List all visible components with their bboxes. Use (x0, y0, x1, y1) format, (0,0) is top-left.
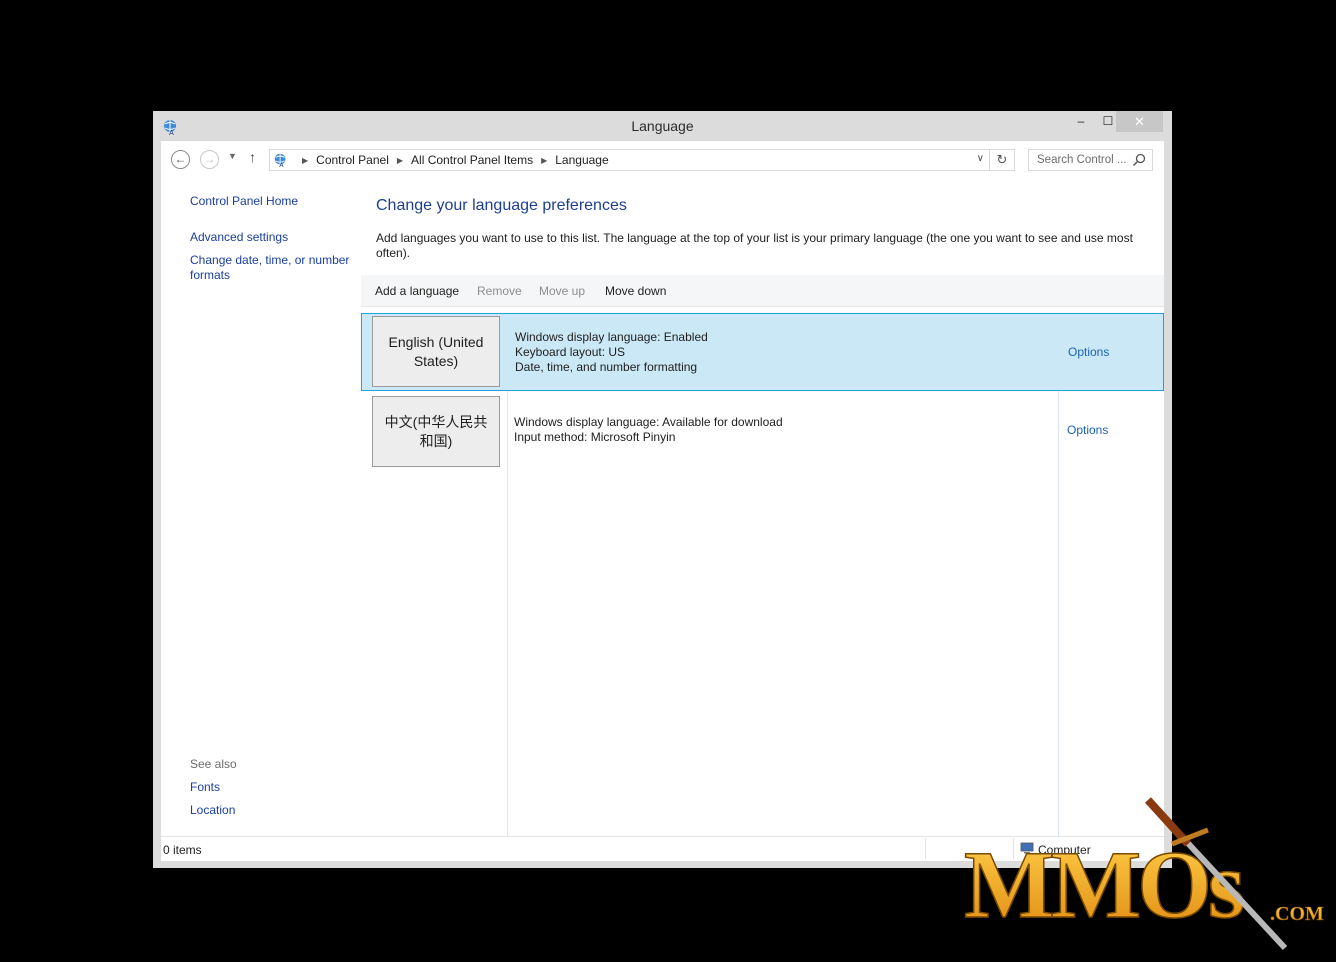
language-detail-line: Windows display language: Available for … (514, 415, 783, 429)
change-date-formats-link[interactable]: Change date, time, or number formats (190, 253, 360, 283)
search-placeholder: Search Control ... (1037, 154, 1127, 166)
add-language-button[interactable]: Add a language (375, 284, 459, 298)
language-row-english[interactable]: English (United States) Windows display … (361, 313, 1164, 391)
svg-text:A: A (279, 162, 284, 168)
back-button[interactable]: ← (171, 150, 190, 169)
control-panel-home-link[interactable]: Control Panel Home (190, 194, 298, 208)
navigation-bar: ← → ▼ ↑ A ▶ Control Panel ▶ All Control Pan… (161, 141, 1164, 179)
breadcrumb-separator[interactable]: ▶ (541, 156, 547, 165)
language-details: Windows display language: Enabled Keyboa… (515, 330, 708, 375)
location-link[interactable]: Location (190, 803, 235, 817)
window-title: Language (631, 118, 694, 134)
forward-button[interactable]: → (200, 150, 219, 169)
page-title: Change your language preferences (376, 197, 627, 214)
up-button[interactable]: ↑ (249, 149, 256, 165)
move-down-button[interactable]: Move down (605, 284, 666, 298)
breadcrumb-language[interactable]: Language (555, 153, 608, 167)
status-divider (925, 838, 926, 859)
close-button[interactable]: ✕ (1116, 111, 1163, 132)
language-detail-line: Date, time, and number formatting (515, 360, 698, 374)
language-detail-line: Input method: Microsoft Pinyin (514, 430, 676, 444)
language-icon: A (274, 153, 286, 168)
chevron-down-icon[interactable]: ∨ (977, 153, 984, 164)
column-divider (1058, 313, 1059, 836)
svg-text:.COM: .COM (1270, 903, 1324, 925)
language-detail-line: Keyboard layout: US (515, 345, 626, 359)
options-link[interactable]: Options (1067, 423, 1108, 437)
refresh-button[interactable]: ↻ (990, 149, 1015, 171)
column-divider (507, 313, 508, 836)
language-list: English (United States) Windows display … (361, 313, 1164, 836)
remove-button[interactable]: Remove (477, 284, 522, 298)
item-count: 0 items (163, 843, 202, 857)
search-input[interactable]: Search Control ... (1028, 149, 1153, 171)
breadcrumb-separator[interactable]: ▶ (302, 156, 308, 165)
breadcrumb-all-items[interactable]: All Control Panel Items (411, 153, 533, 167)
language-tile[interactable]: English (United States) (372, 316, 500, 387)
title-bar[interactable]: A Language – ☐ ✕ (153, 111, 1172, 140)
minimize-button[interactable]: – (1068, 111, 1094, 132)
language-toolbar: Add a language Remove Move up Move down (361, 275, 1164, 307)
address-bar[interactable]: A ▶ Control Panel ▶ All Control Panel Items… (269, 149, 990, 171)
breadcrumb-control-panel[interactable]: Control Panel (316, 153, 389, 167)
recent-locations-dropdown[interactable]: ▼ (228, 151, 237, 161)
language-window: A Language – ☐ ✕ ← → ▼ ↑ A ▶ Control Pane… (153, 111, 1172, 868)
language-tile[interactable]: 中文(中华人民共和国) (372, 396, 500, 467)
language-details: Windows display language: Available for … (514, 415, 783, 445)
breadcrumb-separator[interactable]: ▶ (397, 156, 403, 165)
window-client-area: ← → ▼ ↑ A ▶ Control Panel ▶ All Control Pan… (161, 141, 1164, 861)
advanced-settings-link[interactable]: Advanced settings (190, 230, 288, 244)
options-link[interactable]: Options (1068, 345, 1109, 359)
move-up-button[interactable]: Move up (539, 284, 585, 298)
language-detail-line: Windows display language: Enabled (515, 330, 708, 344)
fonts-link[interactable]: Fonts (190, 780, 220, 794)
breadcrumb: ▶ Control Panel ▶ All Control Panel Items ▶ L… (294, 153, 609, 167)
page-description: Add languages you want to use to this li… (376, 231, 1133, 260)
mmos-watermark-logo: MMOs .COM (963, 797, 1324, 951)
search-icon[interactable] (1132, 153, 1146, 167)
see-also-label: See also (190, 757, 237, 771)
svg-text:MMOs: MMOs (964, 831, 1244, 938)
language-row-chinese[interactable]: 中文(中华人民共和国) Windows display language: Av… (361, 393, 1164, 471)
